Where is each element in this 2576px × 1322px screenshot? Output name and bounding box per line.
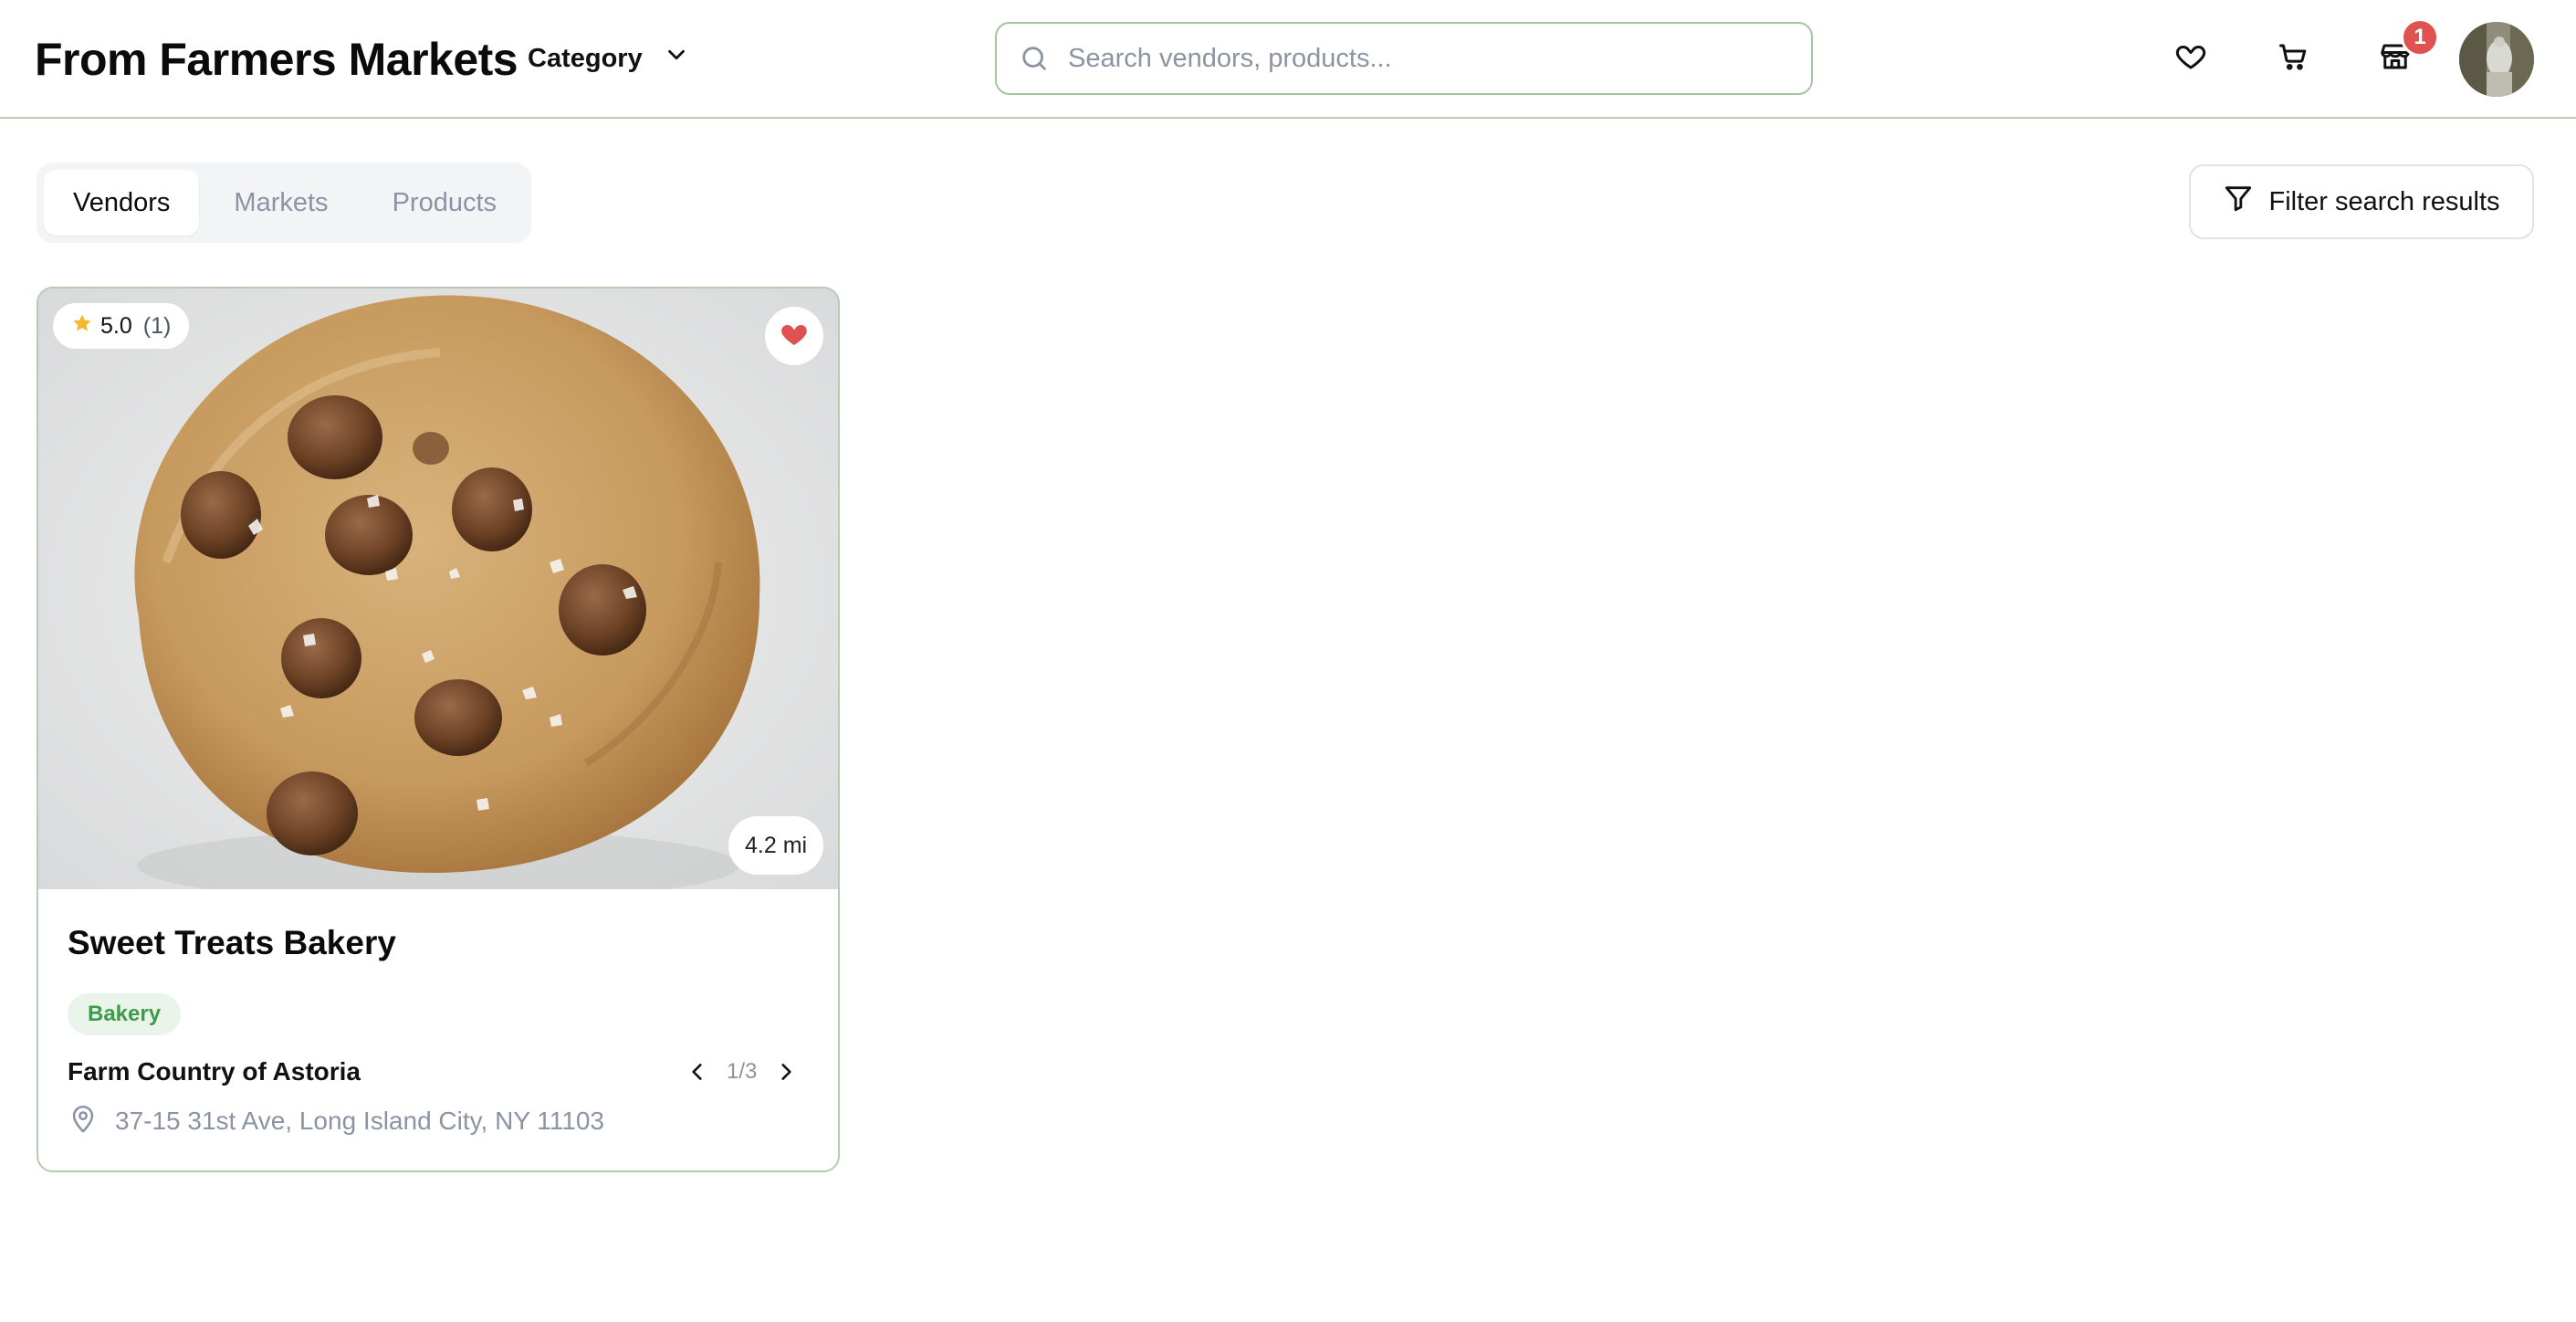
next-market-button[interactable]: [770, 1055, 802, 1088]
map-pin-icon: [68, 1103, 99, 1140]
favorite-toggle-button[interactable]: [765, 307, 823, 365]
distance-badge: 4.2 mi: [728, 816, 824, 875]
vendor-card[interactable]: 5.0 (1) 4.2 mi Sweet Treats Bakery Baker…: [37, 287, 840, 1172]
chevron-right-icon: [781, 1064, 792, 1080]
address-text: 37-15 31st Ave, Long Island City, NY 111…: [115, 1107, 604, 1135]
result-type-tabs: Vendors Markets Products: [37, 163, 531, 243]
tab-vendors[interactable]: Vendors: [44, 170, 200, 236]
category-dropdown[interactable]: Category: [528, 40, 690, 77]
chevron-left-icon: [692, 1064, 702, 1080]
chevron-down-icon: [663, 41, 690, 76]
favorites-button[interactable]: [2173, 40, 2209, 77]
cart-icon: [2277, 40, 2309, 78]
tab-markets[interactable]: Markets: [204, 170, 357, 236]
top-header: From Farmers Markets Category 1: [0, 0, 2576, 119]
filter-search-results-button[interactable]: Filter search results: [2189, 164, 2534, 239]
rating-count: (1): [142, 312, 172, 339]
filter-button-label: Filter search results: [2268, 186, 2500, 216]
rating-badge: 5.0 (1): [53, 303, 190, 349]
vendor-image: [38, 289, 838, 889]
search-input[interactable]: [1068, 31, 1780, 86]
heart-icon: [2174, 40, 2207, 78]
filter-icon: [2223, 183, 2254, 221]
rating-value: 5.0: [100, 312, 132, 339]
search-bar: [995, 22, 1813, 95]
market-name: Farm Country of Astoria: [68, 1057, 361, 1086]
pager-position: 1/3: [727, 1059, 758, 1084]
category-tag: Bakery: [68, 993, 182, 1035]
vendor-name[interactable]: Sweet Treats Bakery: [68, 924, 396, 962]
star-icon: [71, 312, 93, 341]
tab-products[interactable]: Products: [363, 170, 526, 236]
search-icon: [1019, 43, 1050, 74]
previous-market-button[interactable]: [681, 1055, 714, 1088]
notification-badge: 1: [2401, 18, 2439, 57]
avatar[interactable]: [2459, 22, 2534, 97]
market-address: 37-15 31st Ave, Long Island City, NY 111…: [68, 1101, 604, 1141]
cart-button[interactable]: [2275, 40, 2311, 77]
market-pager: 1/3: [681, 1052, 802, 1092]
heart-filled-icon: [780, 320, 809, 353]
brand-logo-text[interactable]: From Farmers Markets: [35, 33, 518, 86]
category-label: Category: [528, 43, 643, 73]
